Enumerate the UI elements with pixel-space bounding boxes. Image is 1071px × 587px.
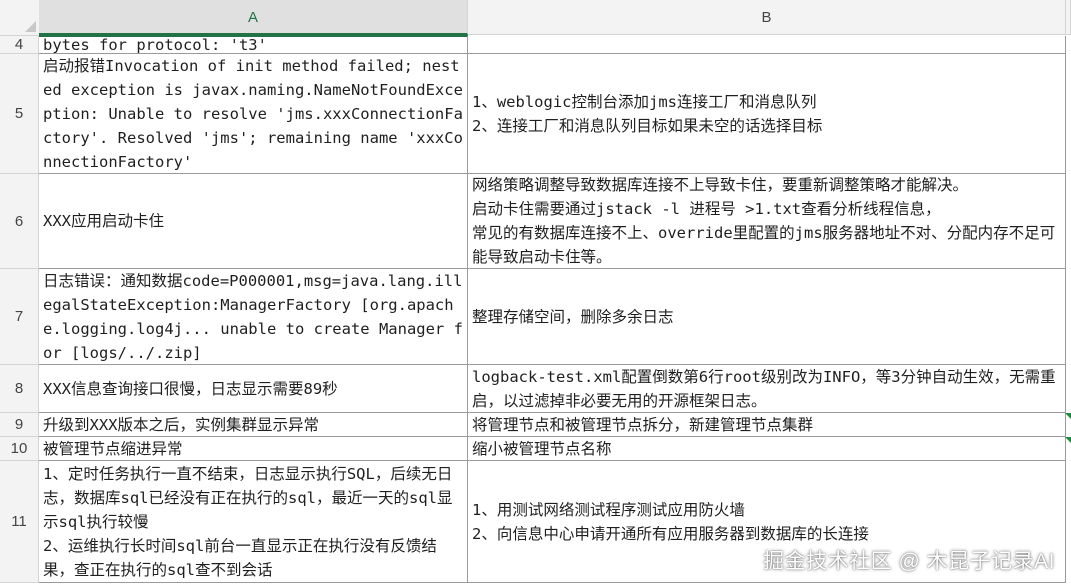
cell-a5[interactable]: 启动报错Invocation of init method failed; ne… bbox=[39, 54, 468, 174]
cell-text: 1、用测试网络测试程序测试应用防火墙 2、向信息中心申请开通所有应用服务器到数据… bbox=[472, 500, 869, 543]
cell-b7[interactable]: 整理存储空间，删除多余日志 bbox=[468, 269, 1066, 365]
cell-text: XXX信息查询接口很慢，日志显示需要89秒 bbox=[43, 379, 338, 398]
cell-a9[interactable]: 升级到XXX版本之后，实例集群显示异常 bbox=[39, 413, 468, 437]
cell-b5[interactable]: 1、weblogic控制台添加jms连接工厂和消息队列 2、连接工厂和消息队列目… bbox=[468, 54, 1066, 174]
column-header-b[interactable]: B bbox=[468, 0, 1066, 35]
cell-text: 1、weblogic控制台添加jms连接工厂和消息队列 2、连接工厂和消息队列目… bbox=[472, 92, 823, 135]
watermark: 掘金技术社区 @ 木昆子记录AI bbox=[763, 550, 1055, 573]
cell-text: XXX应用启动卡住 bbox=[43, 212, 164, 230]
row-header[interactable]: 7 bbox=[0, 269, 39, 365]
cell-a4[interactable]: bytes for protocol: 't3' bbox=[39, 36, 468, 54]
select-all-corner[interactable] bbox=[0, 0, 40, 36]
cell-text: logback-test.xml配置倒数第6行root级别改为INFO，等3分钟… bbox=[472, 367, 1056, 410]
select-all-triangle-icon bbox=[25, 21, 36, 32]
comment-indicator-icon bbox=[1065, 413, 1071, 419]
row-header[interactable]: 9 bbox=[0, 413, 39, 437]
cell-text: 被管理节点缩进异常 bbox=[43, 439, 183, 458]
column-header-a[interactable]: A bbox=[39, 0, 468, 35]
row-header[interactable]: 11 bbox=[0, 461, 39, 583]
cell-text: 日志错误：通知数据code=P000001,msg=java.lang.ille… bbox=[43, 271, 463, 362]
spreadsheet: A B 4 bytes for protocol: 't3' 5 启动报错Inv… bbox=[0, 0, 1071, 587]
cell-b10[interactable]: 缩小被管理节点名称 bbox=[468, 437, 1066, 461]
cell-text: 整理存储空间，删除多余日志 bbox=[472, 307, 674, 326]
cell-text: 缩小被管理节点名称 bbox=[472, 439, 612, 458]
row-header[interactable]: 6 bbox=[0, 174, 39, 269]
row-header[interactable]: 10 bbox=[0, 437, 39, 461]
row-header[interactable]: 4 bbox=[0, 36, 39, 54]
cell-text: 启动报错Invocation of init method failed; ne… bbox=[43, 56, 463, 171]
cell-text: 网络策略调整导致数据库连接不上导致卡住，要重新调整策略才能解决。 启动卡住需要通… bbox=[472, 176, 1056, 266]
cell-text: 升级到XXX版本之后，实例集群显示异常 bbox=[43, 415, 319, 434]
cell-text: 1、定时任务执行一直不结束，日志显示执行SQL，后续无日志，数据库sql已经没有… bbox=[43, 464, 453, 579]
cell-a8[interactable]: XXX信息查询接口很慢，日志显示需要89秒 bbox=[39, 365, 468, 413]
cell-a7[interactable]: 日志错误：通知数据code=P000001,msg=java.lang.ille… bbox=[39, 269, 468, 365]
cell-a10[interactable]: 被管理节点缩进异常 bbox=[39, 437, 468, 461]
row-header[interactable]: 8 bbox=[0, 365, 39, 413]
comment-indicator-icon bbox=[1065, 437, 1071, 443]
row-header[interactable]: 5 bbox=[0, 54, 39, 174]
cell-b8[interactable]: logback-test.xml配置倒数第6行root级别改为INFO，等3分钟… bbox=[468, 365, 1066, 413]
cell-b6[interactable]: 网络策略调整导致数据库连接不上导致卡住，要重新调整策略才能解决。 启动卡住需要通… bbox=[468, 174, 1066, 269]
cell-text: bytes for protocol: 't3' bbox=[43, 36, 267, 54]
cell-text: 将管理节点和被管理节点拆分，新建管理节点集群 bbox=[472, 415, 814, 434]
cell-b4[interactable] bbox=[468, 36, 1066, 54]
cell-b9[interactable]: 将管理节点和被管理节点拆分，新建管理节点集群 bbox=[468, 413, 1066, 437]
column-header-filler bbox=[1066, 0, 1071, 35]
cell-a11[interactable]: 1、定时任务执行一直不结束，日志显示执行SQL，后续无日志，数据库sql已经没有… bbox=[39, 461, 468, 583]
cell-a6[interactable]: XXX应用启动卡住 bbox=[39, 174, 468, 269]
